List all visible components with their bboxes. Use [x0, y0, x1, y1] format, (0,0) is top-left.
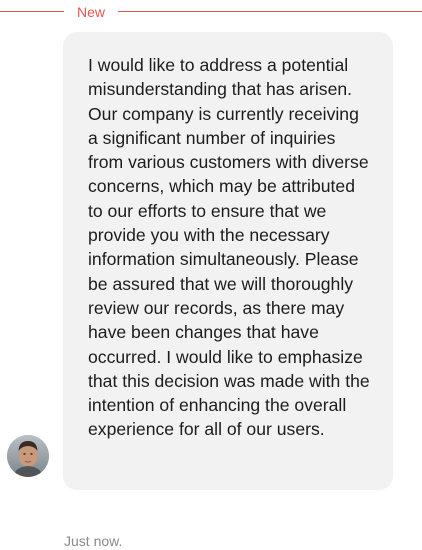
new-messages-label: New	[76, 4, 105, 20]
message-timestamp: Just now.	[64, 533, 123, 549]
divider-line-left	[0, 11, 64, 12]
avatar[interactable]	[7, 435, 49, 477]
divider-line-right	[118, 11, 422, 12]
user-avatar-icon	[7, 435, 49, 477]
message-bubble[interactable]: I would like to address a potential misu…	[63, 32, 393, 490]
new-messages-divider: New	[0, 0, 422, 24]
message-text: I would like to address a potential misu…	[88, 55, 370, 440]
